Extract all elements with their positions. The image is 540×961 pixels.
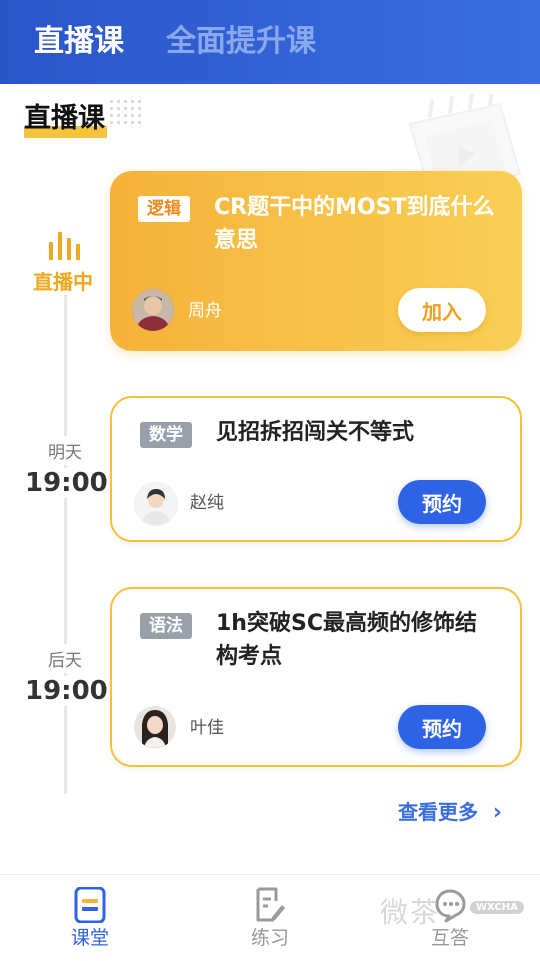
- course-title: 见招拆招闯关不等式: [216, 420, 415, 445]
- day-label-tomorrow: 明天: [35, 436, 95, 465]
- teacher-name: 叶佳: [190, 718, 224, 738]
- day-label-day-after: 后天: [35, 644, 95, 673]
- avatar-photo-icon: [135, 483, 177, 525]
- bottom-nav: 课堂 练习 互答 微茶 WXCHA: [0, 874, 540, 961]
- subject-tag: 语法: [140, 613, 192, 639]
- live-now-label: 直播中: [26, 266, 100, 295]
- nav-item-practice[interactable]: 练习: [210, 875, 330, 961]
- teacher-name: 周舟: [188, 301, 222, 321]
- teacher-avatar: [134, 706, 176, 748]
- book-button[interactable]: 预约: [398, 705, 486, 749]
- tab-improvement-courses[interactable]: 全面提升课: [166, 22, 316, 62]
- dots-decoration: [108, 98, 144, 124]
- avatar-photo-icon: [134, 706, 176, 748]
- course-card-upcoming[interactable]: 语法 1h突破SC最高频的修饰结构考点 叶佳 预约: [110, 587, 522, 767]
- classroom-icon: [74, 887, 106, 923]
- view-more-link[interactable]: 查看更多 ›: [398, 796, 502, 825]
- chevron-right-icon: ›: [492, 800, 502, 825]
- subject-tag: 数学: [140, 422, 192, 448]
- tab-live-courses[interactable]: 直播课: [34, 22, 124, 62]
- view-more-label: 查看更多: [397, 800, 478, 824]
- time-label-day-after: 19:00: [25, 676, 108, 706]
- teacher-avatar: [132, 289, 174, 331]
- live-signal-icon: [49, 232, 80, 260]
- teacher-name: 赵纯: [190, 493, 224, 513]
- course-card-live[interactable]: 逻辑 CR题干中的MOST到底什么意思 周舟 加入: [110, 171, 522, 351]
- practice-icon: [256, 887, 285, 922]
- join-button[interactable]: 加入: [398, 288, 486, 332]
- nav-label: 课堂: [70, 927, 109, 949]
- timeline-line: [64, 294, 67, 794]
- nav-item-classroom[interactable]: 课堂: [30, 875, 150, 961]
- course-card-upcoming[interactable]: 数学 见招拆招闯关不等式 赵纯 预约: [110, 396, 522, 542]
- time-label-tomorrow: 19:00: [25, 468, 108, 498]
- top-tab-bar: 直播课 全面提升课: [0, 0, 540, 84]
- avatar-photo-icon: [132, 289, 174, 331]
- teacher-avatar: [134, 482, 178, 526]
- watermark-badge: WXCHA: [470, 901, 524, 914]
- book-button[interactable]: 预约: [398, 480, 486, 524]
- section-title: 直播课: [24, 103, 107, 138]
- nav-label: 练习: [250, 927, 289, 949]
- watermark-text: 微茶: [380, 896, 441, 929]
- subject-tag: 逻辑: [138, 196, 190, 222]
- main-content: 直播课 直播中 明天 19:00 后天 19:00 逻辑 CR题干中的MOST到…: [0, 84, 540, 874]
- course-title: 1h突破SC最高频的修饰结构考点: [216, 611, 477, 669]
- course-title: CR题干中的MOST到底什么意思: [214, 195, 495, 253]
